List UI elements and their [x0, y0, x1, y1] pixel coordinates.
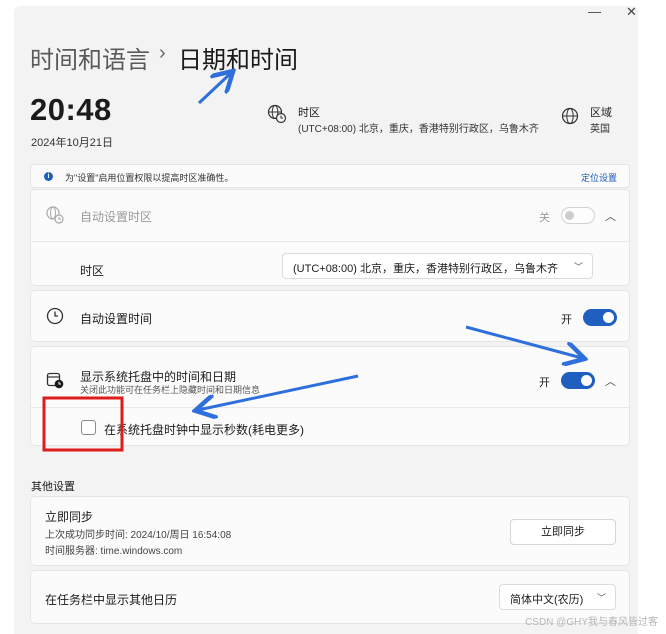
page-title: 日期和时间	[178, 47, 298, 74]
settings-window: — ✕ 时间和语言 › 日期和时间 20:48 2024年10月21日 时区 (…	[14, 4, 638, 634]
timezone-row-title: 时区	[80, 264, 105, 278]
timezone-dropdown[interactable]: (UTC+08:00) 北京，重庆，香港特别行政区，乌鲁木齐 ﹀	[282, 253, 593, 279]
minimize-button[interactable]: —	[588, 4, 601, 19]
divider	[31, 407, 629, 408]
tray-toggle-label: 开	[539, 377, 550, 389]
auto-time-card: 自动设置时间 开	[30, 290, 630, 342]
additional-calendar-title: 在任务栏中显示其他日历	[45, 593, 178, 607]
timezone-dropdown-value: (UTC+08:00) 北京，重庆，香港特别行政区，乌鲁木齐	[293, 263, 558, 275]
current-date: 2024年10月21日	[31, 137, 113, 149]
auto-timezone-toggle[interactable]	[561, 207, 595, 224]
tray-time-card: 显示系统托盘中的时间和日期 关闭此功能可在任务栏上隐藏时间和日期信息 开 ︿ 在…	[30, 346, 630, 446]
tray-time-toggle[interactable]	[561, 372, 595, 389]
chevron-up-icon[interactable]: ︿	[605, 373, 616, 389]
location-permission-banner: i 为"设置"启用位置权限以提高时区准确性。 定位设置	[30, 164, 630, 188]
timezone-info-value: (UTC+08:00) 北京，重庆，香港特别行政区，乌鲁木齐	[298, 124, 539, 135]
globe-icon	[561, 107, 579, 125]
region-info-label: 区域	[590, 107, 612, 119]
auto-time-toggle[interactable]	[583, 309, 617, 326]
other-settings-heading: 其他设置	[31, 481, 75, 493]
tray-time-subtitle: 关闭此功能可在任务栏上隐藏时间和日期信息	[80, 385, 261, 395]
sync-card: 立即同步 上次成功同步时间: 2024/10/周日 16:54:08 时间服务器…	[30, 496, 630, 566]
chevron-down-icon: ﹀	[573, 262, 583, 272]
calendar-dropdown[interactable]: 简体中文(农历) ﹀	[499, 584, 616, 610]
calendar-dropdown-value: 简体中文(农历)	[510, 594, 584, 606]
auto-time-toggle-label: 开	[561, 314, 572, 326]
location-settings-link[interactable]: 定位设置	[581, 171, 617, 184]
sync-title: 立即同步	[45, 510, 94, 524]
auto-timezone-card: 自动设置时区 关 ︿ 时区 (UTC+08:00) 北京，重庆，香港特别行政区，…	[30, 189, 630, 286]
clock-icon	[46, 307, 64, 325]
chevron-down-icon: ﹀	[596, 593, 606, 603]
divider	[31, 241, 629, 242]
auto-time-title: 自动设置时间	[80, 312, 153, 326]
auto-timezone-title: 自动设置时区	[80, 210, 153, 224]
globe-clock-icon	[46, 206, 64, 224]
auto-timezone-toggle-label: 关	[539, 212, 550, 224]
sync-now-button[interactable]: 立即同步	[510, 519, 616, 545]
last-sync-time: 上次成功同步时间: 2024/10/周日 16:54:08	[45, 530, 232, 541]
time-server: 时间服务器: time.windows.com	[45, 546, 183, 557]
banner-text: 为"设置"启用位置权限以提高时区准确性。	[65, 173, 234, 183]
calendar-clock-icon	[46, 372, 64, 389]
current-time: 20:48	[30, 92, 112, 127]
breadcrumb-parent[interactable]: 时间和语言	[30, 40, 150, 75]
show-seconds-label[interactable]: 在系统托盘时钟中显示秒数(耗电更多)	[104, 421, 304, 438]
breadcrumb-separator: ›	[159, 42, 166, 64]
chevron-up-icon[interactable]: ︿	[605, 208, 616, 224]
show-seconds-checkbox[interactable]	[81, 420, 96, 435]
watermark: CSDN @GHY我与春风皆过客	[525, 617, 658, 628]
globe-clock-icon	[267, 104, 287, 124]
info-icon: i	[44, 172, 53, 181]
region-info-value: 英国	[590, 124, 610, 135]
close-button[interactable]: ✕	[626, 4, 637, 20]
timezone-info-label: 时区	[298, 107, 320, 119]
